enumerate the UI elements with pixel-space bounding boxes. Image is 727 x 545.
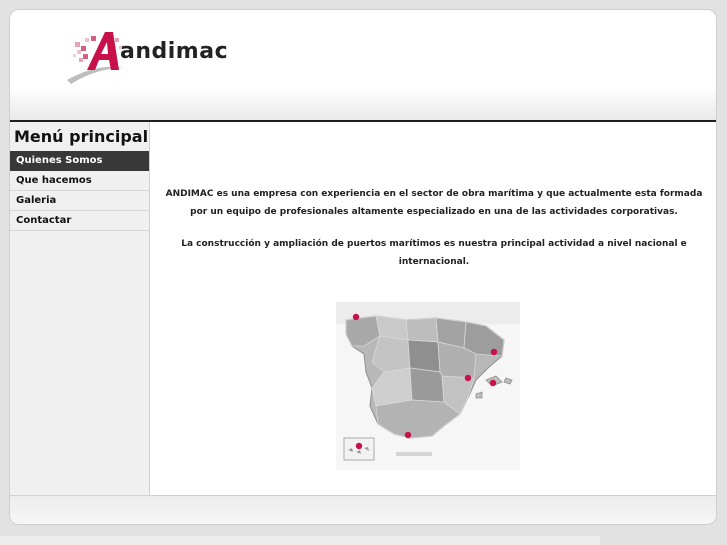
bottom-scrollbar[interactable] — [0, 536, 600, 545]
spain-map-image — [336, 302, 520, 470]
menu-item-contactar[interactable]: Contactar — [10, 211, 149, 231]
page-frame: andimac Menú principal Quienes Somos Que… — [9, 9, 717, 525]
menu-item-que-hacemos[interactable]: Que hacemos — [10, 171, 149, 191]
main-menu: Quienes Somos Que hacemos Galeria Contac… — [10, 151, 149, 231]
main-content: ANDIMAC es una empresa con experiencia e… — [150, 122, 716, 495]
sidebar: Menú principal Quienes Somos Que hacemos… — [10, 122, 150, 495]
location-marker-galicia — [352, 313, 360, 321]
intro-paragraph: ANDIMAC es una empresa con experiencia e… — [165, 189, 703, 217]
menu-item-galeria[interactable]: Galeria — [10, 191, 149, 211]
menu-item-quienes-somos[interactable]: Quienes Somos — [10, 151, 149, 171]
location-marker-malaga — [404, 431, 412, 439]
logo-mark-icon — [73, 32, 122, 70]
location-marker-barcelona — [490, 348, 498, 356]
site-footer — [10, 495, 716, 524]
site-header: andimac — [10, 10, 716, 120]
location-marker-valencia — [464, 374, 472, 382]
activity-paragraph: La construcción y ampliación de puertos … — [181, 239, 687, 267]
logo-text: andimac — [120, 39, 229, 64]
menu-title: Menú principal — [14, 127, 149, 146]
location-marker-canarias — [355, 442, 363, 450]
location-marker-baleares — [489, 379, 497, 387]
